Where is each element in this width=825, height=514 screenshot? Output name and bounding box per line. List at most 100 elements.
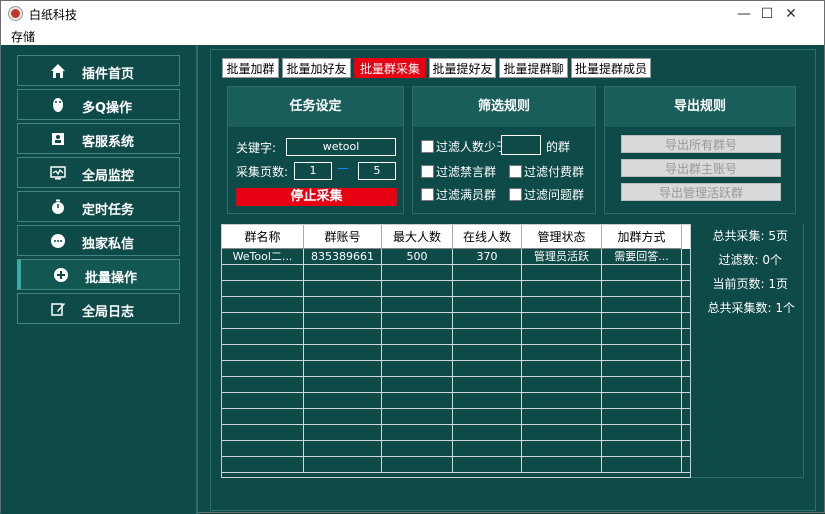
tab-0[interactable]: 批量加群: [222, 58, 279, 78]
table-row[interactable]: [222, 297, 690, 313]
paid-group-checkbox[interactable]: [509, 165, 522, 178]
sidebar-item-6[interactable]: 批量操作: [17, 259, 180, 290]
table-cell: [602, 329, 682, 345]
table-row[interactable]: [222, 329, 690, 345]
min-members-input[interactable]: [501, 135, 541, 155]
table-cell: [304, 361, 382, 377]
table-cell: [522, 441, 602, 457]
question-group-label: 过滤问题群: [524, 188, 585, 202]
table-cell: [522, 377, 602, 393]
sidebar-item-3[interactable]: 全局监控: [17, 157, 180, 188]
tab-2[interactable]: 批量群采集: [354, 58, 426, 78]
table-row[interactable]: [222, 345, 690, 361]
table-cell: [382, 313, 453, 329]
table-cell: [304, 457, 382, 473]
table-cell: [222, 377, 304, 393]
table-cell: [602, 457, 682, 473]
table-cell: [453, 329, 522, 345]
title-bar: 白纸科技 — ☐ ✕: [1, 1, 824, 27]
keyword-label: 关键字:: [236, 141, 277, 155]
table-cell: [304, 441, 382, 457]
table-cell: [453, 313, 522, 329]
table-cell: [453, 345, 522, 361]
table-cell: [522, 361, 602, 377]
full-group-checkbox[interactable]: [421, 188, 434, 201]
sidebar-item-label: 全局日志: [82, 305, 135, 320]
page-range-dash: —: [337, 161, 349, 175]
tab-5[interactable]: 批量提群成员: [571, 58, 651, 78]
table-cell: [522, 409, 602, 425]
mute-group-checkbox[interactable]: [421, 165, 434, 178]
sidebar-item-5[interactable]: 独家私信: [17, 225, 180, 256]
table-row[interactable]: [222, 425, 690, 441]
column-header[interactable]: 群账号: [304, 225, 382, 249]
table-cell: 835389661: [304, 249, 382, 265]
close-button[interactable]: ✕: [768, 1, 814, 27]
table-cell: [453, 457, 522, 473]
pages-label: 采集页数:: [236, 165, 289, 179]
table-cell: [382, 281, 453, 297]
table-cell: [522, 297, 602, 313]
tab-3[interactable]: 批量提好友: [429, 58, 496, 78]
table-cell: [522, 281, 602, 297]
chat-dots-icon: [50, 233, 66, 249]
sidebar-item-2[interactable]: 客服系统: [17, 123, 180, 154]
tab-1[interactable]: 批量加好友: [282, 58, 351, 78]
filtered-stat: 过滤数: 0个: [718, 253, 783, 267]
table-cell: [304, 297, 382, 313]
keyword-input[interactable]: wetool: [286, 138, 396, 156]
menu-storage[interactable]: 存储: [11, 28, 35, 45]
paid-group-label: 过滤付费群: [524, 165, 585, 179]
sidebar-item-7[interactable]: 全局日志: [17, 293, 180, 324]
table-cell: [453, 409, 522, 425]
table-cell: [602, 425, 682, 441]
table-cell: [453, 425, 522, 441]
table-row[interactable]: [222, 441, 690, 457]
table-cell: [453, 441, 522, 457]
table-cell: [222, 345, 304, 361]
column-header[interactable]: 在线人数: [453, 225, 522, 249]
table-row[interactable]: [222, 377, 690, 393]
table-row[interactable]: [222, 361, 690, 377]
table-row[interactable]: [222, 409, 690, 425]
table-cell: [522, 393, 602, 409]
sidebar-item-4[interactable]: 定时任务: [17, 191, 180, 222]
total-collected-stat: 总共采集: 5页: [712, 229, 789, 243]
column-header[interactable]: 最大人数: [382, 225, 453, 249]
sidebar-item-label: 独家私信: [82, 237, 135, 252]
table-cell: [222, 361, 304, 377]
column-header[interactable]: 加群方式: [602, 225, 682, 249]
stop-collect-button[interactable]: 停止采集: [236, 188, 397, 206]
page-to-input[interactable]: 5: [358, 162, 396, 180]
app-window: 白纸科技 — ☐ ✕ 存储 插件首页多Q操作 客服系统 全局监控 定时任务独家私信批量操作…: [0, 0, 825, 514]
page-from-input[interactable]: 1: [294, 162, 332, 180]
table-row[interactable]: [222, 393, 690, 409]
sidebar-item-0[interactable]: 插件首页: [17, 55, 180, 86]
table-row[interactable]: [222, 265, 690, 281]
table-row[interactable]: [222, 281, 690, 297]
sidebar: 插件首页多Q操作 客服系统 全局监控 定时任务独家私信批量操作全局日志: [1, 45, 198, 514]
table-cell: [453, 281, 522, 297]
table-cell: [382, 377, 453, 393]
table-cell: [602, 377, 682, 393]
question-group-checkbox[interactable]: [509, 188, 522, 201]
table-cell: [382, 297, 453, 313]
total-groups-stat: 总共采集数: 1个: [707, 301, 796, 315]
table-row[interactable]: [222, 457, 690, 473]
user-card-icon: [50, 131, 66, 147]
table-cell: [382, 425, 453, 441]
min-members-checkbox[interactable]: [421, 140, 434, 153]
sidebar-item-label: 插件首页: [82, 67, 135, 82]
column-header[interactable]: 群名称: [222, 225, 304, 249]
table-cell: [382, 329, 453, 345]
export-owner-button[interactable]: 导出群主账号: [621, 159, 781, 177]
export-active-admin-button[interactable]: 导出管理活跃群: [621, 183, 781, 201]
table-row[interactable]: WeTool二... 835389661 500 370 管理员活跃 需要回答...: [222, 249, 690, 265]
table-cell: [602, 441, 682, 457]
export-all-groups-button[interactable]: 导出所有群号: [621, 135, 781, 153]
table-row[interactable]: [222, 313, 690, 329]
column-header[interactable]: 管理状态: [522, 225, 602, 249]
sidebar-item-1[interactable]: 多Q操作: [17, 89, 180, 120]
tab-4[interactable]: 批量提群聊: [499, 58, 568, 78]
table-cell: 500: [382, 249, 453, 265]
